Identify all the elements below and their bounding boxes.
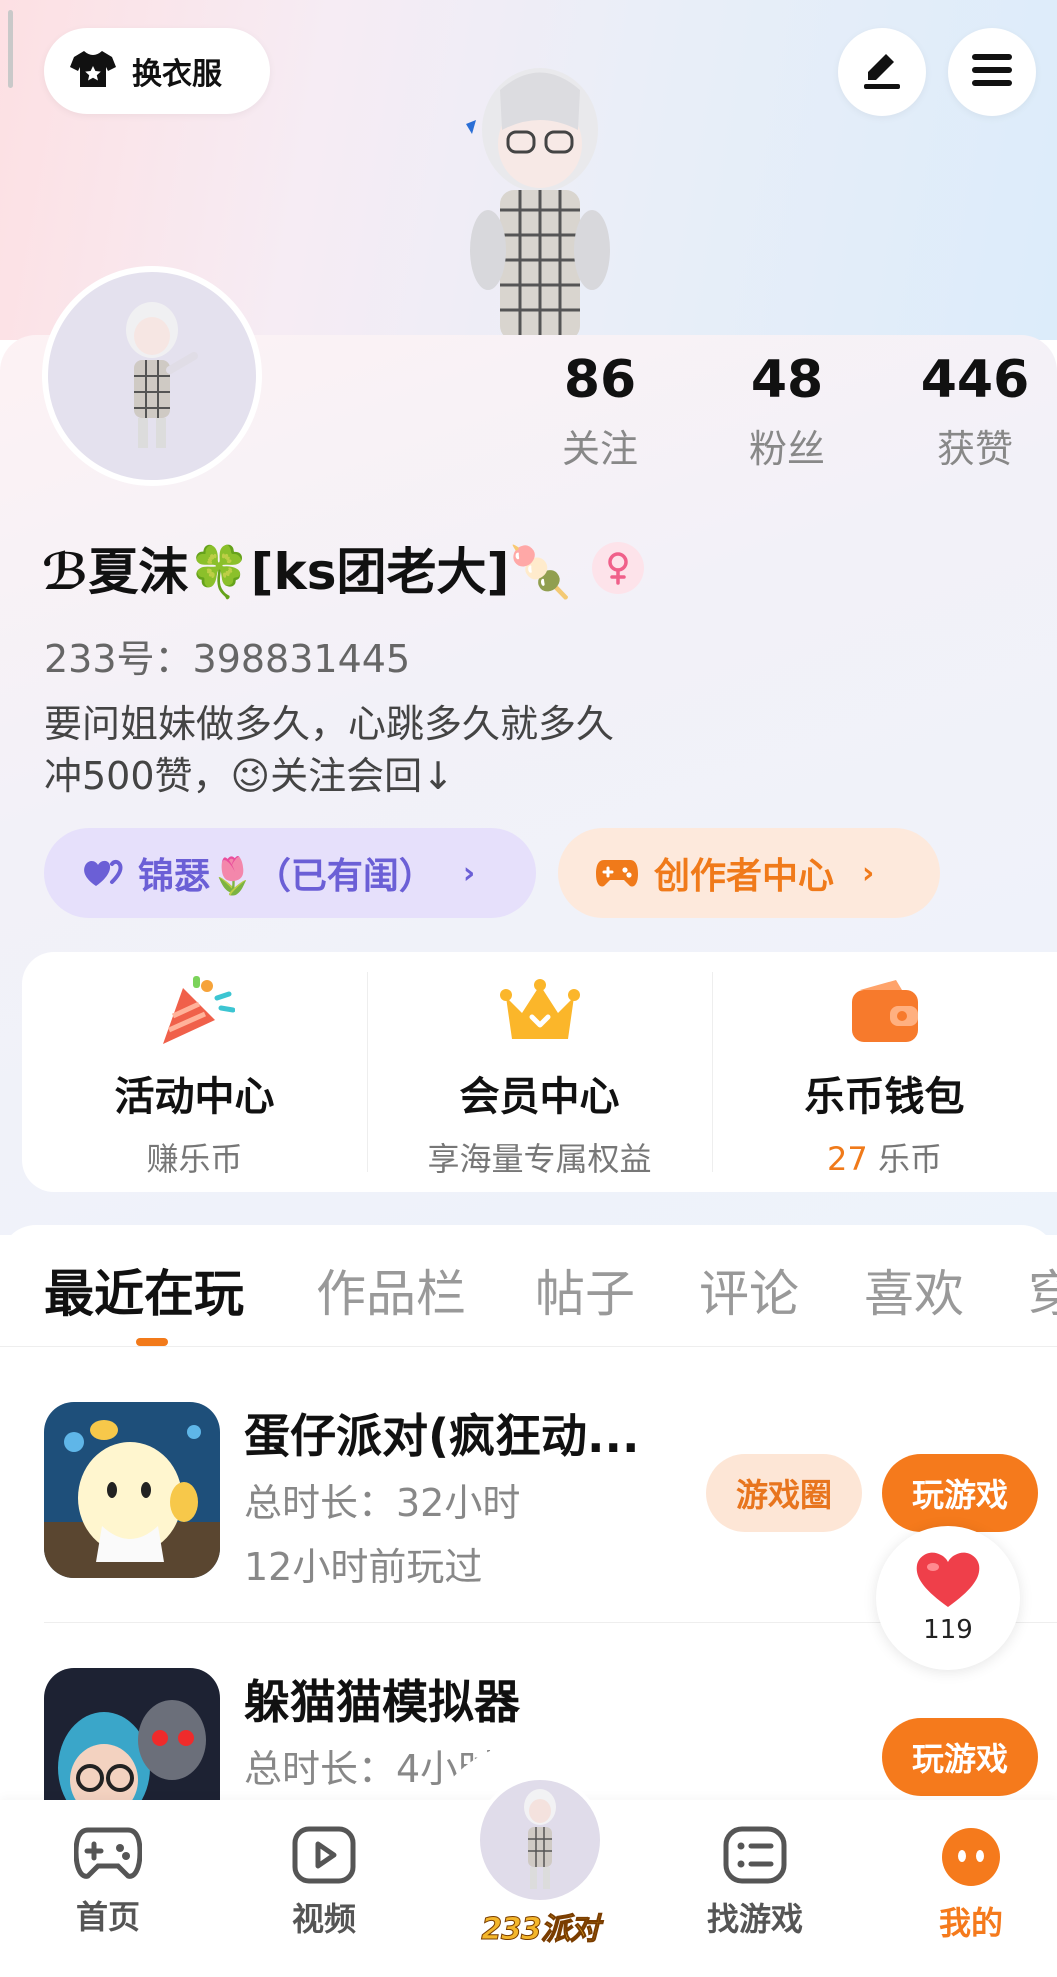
stat-label: 粉丝 (748, 427, 825, 471)
game-last-played: 12小时前玩过 (244, 1545, 483, 1589)
bio-line: 冲500赞，😉关注会回↓ (44, 754, 454, 798)
gamepad-icon (596, 856, 638, 890)
username: ℬ夏沫🍀[ks团老大]🍡 (42, 543, 572, 601)
username-row: ℬ夏沫🍀[ks团老大]🍡 (42, 532, 644, 604)
stat-value: 446 (920, 350, 1030, 410)
change-outfit-button[interactable]: 换衣服 (44, 28, 270, 114)
nav-party-label: 233派对 (481, 1912, 601, 1948)
user-id: 233号：398831445 (44, 637, 411, 681)
stat-likes[interactable]: 446 获赞 (895, 350, 1055, 473)
nav-me[interactable]: 我的 (891, 1826, 1051, 1944)
nav-label: 找游戏 (706, 1900, 803, 1938)
stat-following[interactable]: 86 关注 (520, 350, 680, 473)
feature-subtitle: 享海量专属权益 (427, 1140, 652, 1178)
nav-video[interactable]: 视频 (244, 1826, 404, 1940)
wallet-icon (712, 972, 1057, 1052)
edit-profile-button[interactable] (838, 28, 926, 116)
bio: 要问姐妹做多久，心跳多久就多久 冲500赞，😉关注会回↓ (44, 698, 614, 802)
stat-value: 86 (563, 350, 637, 410)
tab-likes[interactable]: 喜欢 (864, 1254, 964, 1326)
chevron-right-icon: › (462, 855, 476, 891)
nav-label: 视频 (291, 1900, 356, 1938)
game-community-button[interactable]: 游戏圈 (706, 1454, 862, 1532)
game-name: 躲猫猫模拟器 (244, 1675, 520, 1729)
double-heart-icon (82, 856, 124, 890)
creator-pill-label: 创作者中心 (654, 856, 835, 897)
coin-balance-value: 27 (827, 1140, 868, 1178)
stat-value: 48 (750, 350, 824, 410)
play-game-button[interactable]: 玩游戏 (882, 1718, 1038, 1796)
party-avatar (476, 1776, 604, 1904)
hamburger-menu-icon (970, 50, 1014, 94)
vip-center-entry[interactable]: 会员中心 享海量专属权益 (367, 952, 712, 1192)
tab-comments[interactable]: 评论 (699, 1254, 799, 1326)
tshirt-icon (70, 49, 116, 93)
pencil-icon (860, 48, 904, 96)
gamepad-icon (73, 1827, 143, 1886)
change-outfit-label: 换衣服 (132, 57, 222, 92)
feature-title: 会员中心 (459, 1074, 620, 1120)
game-name: 蛋仔派对(疯狂动... (244, 1409, 640, 1463)
activity-center-entry[interactable]: 活动中心 赚乐币 (22, 952, 367, 1192)
coin-balance: 27 乐币 (712, 1134, 1057, 1180)
like-count: 119 (923, 1615, 973, 1645)
female-gender-icon (591, 542, 644, 594)
nav-party-center[interactable]: 233派对 (470, 1776, 610, 1948)
stat-label: 获赞 (936, 427, 1013, 471)
coin-balance-unit: 乐币 (867, 1140, 942, 1178)
tab-works[interactable]: 作品栏 (316, 1254, 466, 1326)
list-icon (723, 1826, 787, 1888)
scrollbar-thumb[interactable] (8, 10, 13, 88)
nav-find-games[interactable]: 找游戏 (675, 1826, 835, 1940)
profile-face-icon (940, 1828, 1002, 1892)
stat-label: 关注 (561, 427, 638, 471)
nav-label: 我的 (938, 1904, 1003, 1942)
feature-title: 活动中心 (114, 1074, 275, 1120)
play-video-icon (292, 1826, 356, 1888)
creator-center-pill[interactable]: 创作者中心 › (558, 828, 940, 918)
feature-title: 乐币钱包 (804, 1074, 965, 1120)
party-popper-icon (22, 972, 367, 1052)
feature-card: 活动中心 赚乐币 会员中心 享海量专属权益 乐币钱包 27 乐币 (22, 952, 1057, 1192)
crown-icon (367, 972, 712, 1052)
tab-posts[interactable]: 帖子 (535, 1254, 635, 1326)
cp-relationship-pill[interactable]: 锦瑟🌷（已有闺） › (44, 828, 536, 918)
stat-followers[interactable]: 48 粉丝 (707, 350, 867, 473)
character-avatar-figure[interactable] (450, 60, 630, 340)
tab-outfits[interactable]: 穿 (1028, 1254, 1057, 1326)
cp-pill-label: 锦瑟🌷（已有闺） (138, 856, 435, 897)
active-tab-indicator (136, 1338, 168, 1346)
profile-tabs: 最近在玩 作品栏 帖子 评论 喜欢 穿 (0, 1240, 1057, 1345)
play-game-button[interactable]: 玩游戏 (882, 1454, 1038, 1532)
chevron-right-icon: › (862, 855, 875, 891)
bio-line: 要问姐妹做多久，心跳多久就多久 (44, 702, 615, 746)
heart-icon (915, 1551, 981, 1613)
coin-wallet-entry[interactable]: 乐币钱包 27 乐币 (712, 952, 1057, 1192)
tab-recently-played[interactable]: 最近在玩 (44, 1254, 244, 1326)
divider (0, 1346, 1057, 1347)
nav-home[interactable]: 首页 (28, 1826, 188, 1938)
menu-button[interactable] (948, 28, 1036, 116)
game-total-duration: 总时长：32小时 (244, 1481, 521, 1525)
like-button[interactable]: 119 (876, 1526, 1020, 1670)
avatar[interactable] (42, 266, 262, 486)
feature-subtitle: 赚乐币 (146, 1140, 243, 1178)
nav-label: 首页 (75, 1898, 140, 1936)
game-icon-eggy-party[interactable] (44, 1402, 220, 1578)
